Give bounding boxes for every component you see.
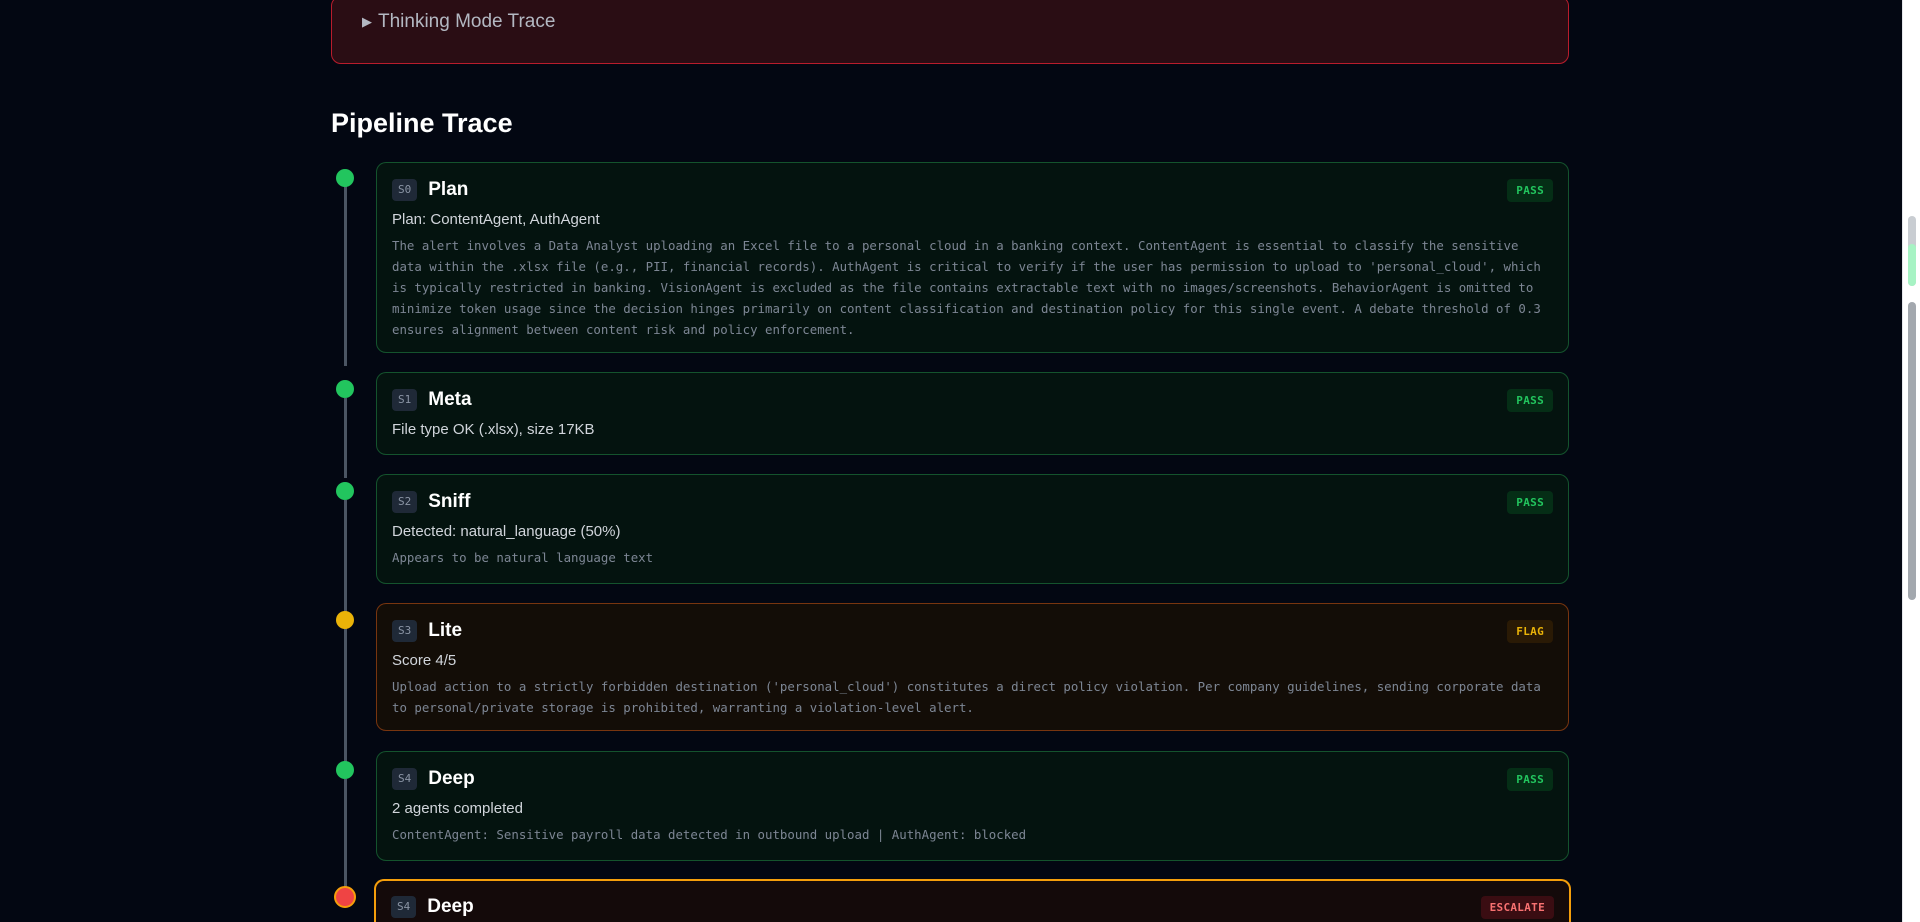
step-status-dot (336, 169, 354, 187)
timeline-line (344, 779, 347, 889)
pipeline-step-card: S4 Deep ESCALATE (374, 879, 1571, 922)
step-summary: 2 agents completed (392, 800, 523, 817)
step-tag: S2 (392, 491, 418, 513)
step-name: Meta (428, 389, 472, 410)
step-detail: Upload action to a strictly forbidden de… (392, 679, 1541, 715)
step-header: S1 Meta (392, 389, 472, 411)
step-tag: S0 (392, 179, 418, 201)
status-badge: PASS (1507, 491, 1553, 514)
triangle-right-icon: ▶ (362, 14, 372, 29)
step-status-dot (336, 611, 354, 629)
pipeline-step-card: S0 Plan PASS Plan: ContentAgent, AuthAge… (376, 162, 1569, 353)
viewport: ▶ Thinking Mode Trace Pipeline Trace S0 … (0, 0, 1920, 922)
status-badge: ESCALATE (1480, 896, 1554, 919)
pipeline-step-card: S4 Deep PASS 2 agents completed ContentA… (376, 751, 1569, 861)
step-header: S2 Sniff (392, 491, 470, 513)
step-status-dot (336, 380, 354, 398)
step-header: S4 Deep (392, 768, 475, 790)
step-name: Deep (427, 896, 474, 917)
step-status-dot (334, 886, 356, 908)
step-header: S0 Plan (392, 179, 468, 201)
step-name: Deep (428, 768, 475, 789)
step-summary: Score 4/5 (392, 652, 457, 669)
timeline-line (344, 628, 347, 763)
thinking-mode-toggle[interactable]: ▶ Thinking Mode Trace (362, 11, 555, 33)
step-status-dot (336, 482, 354, 500)
step-tag: S4 (392, 768, 418, 790)
step-name: Plan (428, 179, 469, 200)
step-tag: S3 (392, 620, 418, 642)
pipeline-trace-title: Pipeline Trace (331, 108, 513, 138)
scroll-thumb[interactable] (1908, 302, 1916, 600)
step-header: S4 Deep (391, 896, 474, 918)
step-detail: Appears to be natural language text (392, 550, 654, 565)
step-name: Lite (428, 620, 463, 641)
step-detail: The alert involves a Data Analyst upload… (392, 238, 1541, 337)
vertical-scrollbar[interactable] (1902, 0, 1920, 922)
step-tag: S1 (392, 389, 418, 411)
step-summary: Plan: ContentAgent, AuthAgent (392, 211, 600, 228)
timeline-line (344, 500, 347, 612)
step-detail: ContentAgent: Sensitive payroll data det… (392, 827, 1027, 842)
scroll-minimap-accent (1908, 244, 1916, 286)
pipeline-step-card: S1 Meta PASS File type OK (.xlsx), size … (376, 372, 1569, 455)
thinking-mode-panel: ▶ Thinking Mode Trace (331, 0, 1569, 64)
step-summary: File type OK (.xlsx), size 17KB (392, 421, 595, 438)
status-badge: PASS (1507, 768, 1553, 791)
timeline-line (344, 186, 347, 366)
step-status-dot (336, 761, 354, 779)
step-tag: S4 (391, 896, 417, 918)
status-badge: PASS (1507, 179, 1553, 202)
step-header: S3 Lite (392, 620, 462, 642)
step-name: Sniff (428, 491, 471, 512)
pipeline-step-card: S3 Lite FLAG Score 4/5 Upload action to … (376, 603, 1569, 731)
status-badge: PASS (1507, 389, 1553, 412)
step-summary: Detected: natural_language (50%) (392, 523, 621, 540)
pipeline-step-card: S2 Sniff PASS Detected: natural_language… (376, 474, 1569, 584)
status-badge: FLAG (1507, 620, 1553, 643)
timeline-line (344, 398, 347, 478)
thinking-mode-label: Thinking Mode Trace (378, 11, 556, 32)
